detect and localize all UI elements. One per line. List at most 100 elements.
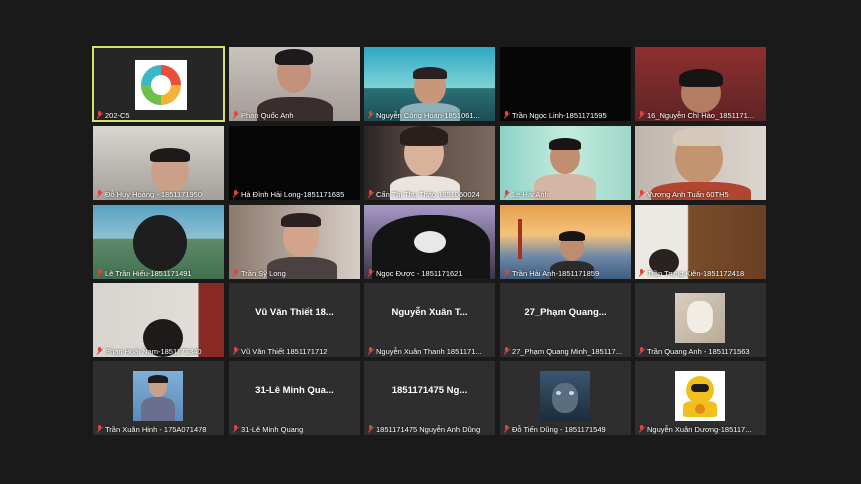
participant-name: 16_Nguyễn Chí Hào_1851171... — [647, 110, 755, 120]
muted-mic-icon — [96, 347, 103, 355]
participant-tile[interactable]: Trần Ngọc Linh-1851171595 — [500, 47, 631, 121]
participant-name: 1851171475 Nguyễn Anh Dũng — [376, 424, 481, 434]
participant-name: Phan Hoài Nam-1851171340 — [105, 346, 202, 356]
participant-tile[interactable]: Nguyễn Xuân T... Nguyễn Xuân Thanh 18511… — [364, 283, 495, 357]
muted-mic-icon — [638, 347, 645, 355]
muted-mic-icon — [503, 111, 510, 119]
name-bar: Cấn Thị Thu Thảo 1851060024 — [364, 188, 495, 200]
muted-mic-icon — [96, 111, 103, 119]
participant-name: Trần Xuân Hinh - 175A071478 — [105, 424, 207, 434]
name-bar: Trần Sỹ Long — [229, 267, 360, 279]
muted-mic-icon — [367, 269, 374, 277]
participant-tile[interactable]: Lê Trần Hiếu-1851171491 — [93, 205, 224, 279]
name-bar: 16_Nguyễn Chí Hào_1851171... — [635, 109, 766, 121]
participant-tile[interactable]: 202-C5 — [92, 46, 225, 122]
muted-mic-icon — [367, 425, 374, 433]
muted-mic-icon — [232, 347, 239, 355]
participant-tile[interactable]: Nguyễn Xuân Dương-185117... — [635, 361, 766, 435]
participant-name: Hà Đình Hải Long-1851171635 — [241, 189, 345, 199]
participant-tile[interactable]: Phan Quốc Anh — [229, 47, 360, 121]
participant-name: Đỗ Huy Hoàng - 1851171950 — [105, 189, 203, 199]
muted-mic-icon — [232, 425, 239, 433]
name-bar: Phan Hoài Nam-1851171340 — [93, 345, 224, 357]
muted-mic-icon — [638, 190, 645, 198]
name-bar: Nguyễn Xuân Thanh 1851171... — [364, 345, 495, 357]
muted-mic-icon — [232, 190, 239, 198]
display-name: Nguyễn Xuân T... — [391, 307, 468, 318]
participant-tile[interactable]: Trần Hải Anh-1851171859 — [500, 205, 631, 279]
name-bar: Vương Anh Tuấn 60TH5 — [635, 188, 766, 200]
participant-name: 31-Lê Minh Quang — [241, 424, 304, 434]
participant-tile[interactable]: Nguyễn Công Hoan-1851061... — [364, 47, 495, 121]
participant-name: Vương Anh Tuấn 60TH5 — [647, 189, 729, 199]
muted-mic-icon — [367, 347, 374, 355]
muted-mic-icon — [232, 111, 239, 119]
participant-tile[interactable]: Trần Xuân Hinh - 175A071478 — [93, 361, 224, 435]
participant-name: Nguyễn Xuân Dương-185117... — [647, 424, 752, 434]
participant-name: Trần Quang Anh - 1851171563 — [647, 346, 750, 356]
participant-tile[interactable]: Trần Sỹ Long — [229, 205, 360, 279]
muted-mic-icon — [638, 111, 645, 119]
name-bar: Nguyễn Công Hoan-1851061... — [364, 109, 495, 121]
muted-mic-icon — [503, 190, 510, 198]
participant-tile[interactable]: Vương Anh Tuấn 60TH5 — [635, 126, 766, 200]
participant-name: Phan Quốc Anh — [241, 110, 294, 120]
participant-tile[interactable]: 1851171475 Ng... 1851171475 Nguyễn Anh D… — [364, 361, 495, 435]
participant-tile[interactable]: Trần Quang Anh - 1851171563 — [635, 283, 766, 357]
name-bar: Ngọc Được - 1851171621 — [364, 267, 495, 279]
participant-name: Trần Hải Anh-1851171859 — [512, 268, 600, 278]
name-bar: Lê Trần Hiếu-1851171491 — [93, 267, 224, 279]
name-bar: Nguyễn Xuân Dương-185117... — [635, 423, 766, 435]
muted-mic-icon — [367, 111, 374, 119]
name-bar: Vũ Văn Thiết 1851171712 — [229, 345, 360, 357]
participant-name: Trần Trung Kiên-1851172418 — [647, 268, 745, 278]
name-bar: Đỗ Tiến Dũng - 1851171549 — [500, 423, 631, 435]
muted-mic-icon — [503, 425, 510, 433]
participant-tile[interactable]: 31-Lê Minh Qua... 31-Lê Minh Quang — [229, 361, 360, 435]
name-bar: Trần Ngọc Linh-1851171595 — [500, 109, 631, 121]
participant-name: Nguyễn Công Hoan-1851061... — [376, 110, 480, 120]
participant-name: Lê Hải Anh — [512, 189, 549, 199]
participant-tile[interactable]: Đỗ Tiến Dũng - 1851171549 — [500, 361, 631, 435]
muted-mic-icon — [96, 425, 103, 433]
muted-mic-icon — [232, 269, 239, 277]
muted-mic-icon — [638, 269, 645, 277]
zoom-logo-icon — [135, 60, 187, 110]
name-bar: Trần Xuân Hinh - 175A071478 — [93, 423, 224, 435]
muted-mic-icon — [96, 190, 103, 198]
participant-tile[interactable]: Cấn Thị Thu Thảo 1851060024 — [364, 126, 495, 200]
participant-tile[interactable]: Hà Đình Hải Long-1851171635 — [229, 126, 360, 200]
name-bar: Trần Trung Kiên-1851172418 — [635, 267, 766, 279]
name-bar: 31-Lê Minh Quang — [229, 423, 360, 435]
name-bar: Trần Quang Anh - 1851171563 — [635, 345, 766, 357]
participant-tile[interactable]: Phan Hoài Nam-1851171340 — [93, 283, 224, 357]
muted-mic-icon — [503, 347, 510, 355]
name-bar: 27_Phạm Quang Minh_185117... — [500, 345, 631, 357]
participant-tile[interactable]: 16_Nguyễn Chí Hào_1851171... — [635, 47, 766, 121]
participant-name: Đỗ Tiến Dũng - 1851171549 — [512, 424, 606, 434]
participant-tile[interactable]: Đỗ Huy Hoàng - 1851171950 — [93, 126, 224, 200]
participant-tile[interactable]: Trần Trung Kiên-1851172418 — [635, 205, 766, 279]
participant-name: Vũ Văn Thiết 1851171712 — [241, 346, 328, 356]
display-name: 31-Lê Minh Qua... — [255, 385, 334, 396]
name-bar: Phan Quốc Anh — [229, 109, 360, 121]
display-name: 27_Phạm Quang... — [524, 307, 607, 318]
participant-tile[interactable]: 27_Phạm Quang... 27_Phạm Quang Minh_1851… — [500, 283, 631, 357]
participant-name: Trần Sỹ Long — [241, 268, 286, 278]
muted-mic-icon — [638, 425, 645, 433]
name-bar: Đỗ Huy Hoàng - 1851171950 — [93, 188, 224, 200]
muted-mic-icon — [503, 269, 510, 277]
display-name: 1851171475 Ng... — [391, 385, 468, 396]
name-bar: Hà Đình Hải Long-1851171635 — [229, 188, 360, 200]
participant-name: Lê Trần Hiếu-1851171491 — [105, 268, 192, 278]
participant-tile[interactable]: Vũ Văn Thiết 18... Vũ Văn Thiết 18511717… — [229, 283, 360, 357]
participant-name: 27_Phạm Quang Minh_185117... — [512, 346, 622, 356]
participant-tile[interactable]: Ngọc Được - 1851171621 — [364, 205, 495, 279]
name-bar: Lê Hải Anh — [500, 188, 631, 200]
participant-name: Ngọc Được - 1851171621 — [376, 268, 463, 278]
name-bar: 1851171475 Nguyễn Anh Dũng — [364, 423, 495, 435]
name-bar: 202-C5 — [93, 109, 224, 121]
muted-mic-icon — [367, 190, 374, 198]
participant-tile[interactable]: Lê Hải Anh — [500, 126, 631, 200]
participant-name: Trần Ngọc Linh-1851171595 — [512, 110, 607, 120]
